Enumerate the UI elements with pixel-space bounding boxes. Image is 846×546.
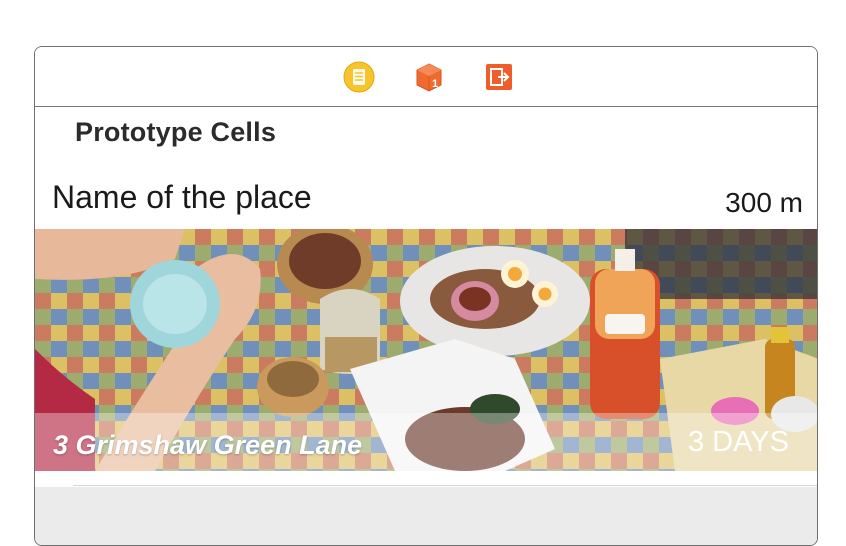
exit-icon[interactable] [483,61,515,93]
duration-label: 3 DAYS [687,426,789,458]
first-responder-icon[interactable]: 1 [413,61,445,93]
place-name-label: Name of the place [52,179,312,215]
address-label: 3 Grimshaw Green Lane [53,430,363,460]
view-controller-icon[interactable] [343,61,375,93]
scene-dock: 1 [35,47,817,107]
food-photo: 3 Grimshaw Green Lane 3 DAYS [35,229,817,471]
storyboard-scene: 1 Prototype Cells Name of the place 300 … [34,46,818,546]
svg-text:1: 1 [432,78,438,90]
prototype-cell[interactable]: Name of the place 300 m 3 Grimshaw Green… [35,167,817,487]
prototype-cells-header: Prototype Cells [75,117,277,147]
cell-separator [73,485,817,486]
table-background [35,487,817,545]
distance-label: 300 m [725,187,803,218]
